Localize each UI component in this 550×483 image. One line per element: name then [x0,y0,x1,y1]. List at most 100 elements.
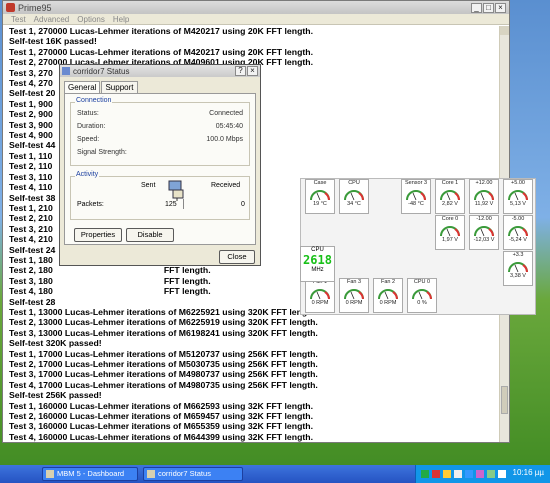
log-line: Test 1, 270000 Lucas-Lehmer iterations o… [9,46,313,57]
status-label: Status: [77,110,99,117]
gauge-sensor-3: Sensor 3 -48 °C [401,179,431,214]
taskbar-item-corridor7[interactable]: corridor7 Status [143,467,243,481]
gauge-value: 0 RPM [379,300,397,306]
gauge-dial-icon [508,190,528,201]
gauge-value: 0 % [417,300,427,306]
gauge-value: -5,24 V [509,237,527,243]
gauge-label: CPU [348,180,360,186]
gauge-value: 2,82 V [442,201,458,207]
gauge-core-1: Core 1 2,82 V [435,179,465,214]
gauge-value: -48 °C [408,201,424,207]
gauge-label: CPU 0 [413,279,431,285]
gauge--3-3: +3.3 3,38 V [503,251,533,286]
tab-support[interactable]: Support [101,81,138,93]
close-button[interactable]: Close [219,250,255,264]
packets-divider [183,199,184,209]
gauge-value: 3,38 V [510,273,526,279]
close-icon[interactable]: × [247,66,258,76]
speed-label: Speed: [77,136,100,143]
taskbar-item-mbm[interactable]: MBM 5 - Dashboard [42,467,138,481]
status-value: Connected [209,110,243,117]
gauge-label: -5.00 [511,216,525,222]
tray-icon-4[interactable] [454,470,462,478]
tray-icon-1[interactable] [421,470,429,478]
status-title: corridor7 Status [73,66,130,76]
log-line: Test 3, 160000 Lucas-Lehmer iterations o… [9,421,313,432]
activity-legend: Activity [75,171,100,178]
gauge--5-00: -5.00 -5,24 V [503,215,533,250]
system-tray: 10:16 µµ [415,465,550,483]
log-line: Test 1, 270000 Lucas-Lehmer iterations o… [9,26,313,36]
prime95-titlebar[interactable]: Prime95 _ □ × [3,1,509,14]
scroll-up-icon[interactable] [500,26,509,35]
network-computers-icon [168,180,184,201]
tab-general[interactable]: General [64,81,101,93]
gauge-dial-icon [412,289,432,300]
status-titlebar[interactable]: corridor7 Status ? × [60,65,260,77]
corridor7-status-dialog: corridor7 Status ? × General Support Con… [59,64,261,266]
tray-icon-7[interactable] [487,470,495,478]
gauge-dial-icon [508,262,528,273]
packets-label: Packets: [77,201,104,208]
help-icon[interactable]: ? [235,66,246,76]
gauge--5-00: +5.00 5,13 V [503,179,533,214]
activity-group: Activity Sent Received Packets: 125 0 [70,171,250,220]
sensor-dashboard: Case 19 °C CPU 34 °C Sensor 3 -48 °C Core 1 2,8… [300,178,536,315]
sent-label: Sent [141,182,156,189]
gauge-dial-icon [440,226,460,237]
packets-received-value: 0 [241,201,245,208]
gauge-label: Fan 3 [346,279,362,285]
properties-button[interactable]: Properties [74,228,122,242]
connection-legend: Connection [75,97,113,104]
menu-test[interactable]: Test [11,14,26,24]
close-icon[interactable]: × [495,2,506,13]
disable-button[interactable]: Disable [126,228,174,242]
gauge-dial-icon [310,289,330,300]
gauge-cpu-0: CPU 0 0 % [407,278,437,313]
log-line: Test 3, 13000 Lucas-Lehmer iterations of… [9,327,318,338]
mbm-icon [46,470,54,478]
volume-icon[interactable] [498,470,506,478]
maximize-icon[interactable]: □ [483,2,494,13]
cpu-speed-unit: MHz [311,267,324,273]
menu-advanced[interactable]: Advanced [34,14,70,24]
menu-options[interactable]: Options [77,14,105,24]
gauge-fan-2: Fan 2 0 RPM [373,278,403,313]
gauge-value: 34 °C [347,201,361,207]
tray-icon-3[interactable] [443,470,451,478]
received-label: Received [211,182,241,189]
gauge-dial-icon [378,289,398,300]
gauge-label: Core 0 [441,216,459,222]
gauge-dial-icon [474,190,494,201]
gauge--12-00: +12.00 11,92 V [469,179,499,214]
taskbar-item-label: corridor7 Status [158,469,211,478]
menu-help[interactable]: Help [113,14,129,24]
network-icon [147,470,155,478]
minimize-icon[interactable]: _ [471,2,482,13]
log-line: Self-test 256K passed! [9,390,102,401]
gauge-dial-icon [406,190,426,201]
gauge-label: +12.00 [475,180,493,186]
gauge-fan-1: Fan 10 RPM [305,278,335,313]
cpu-speed-value: 2618 [303,253,332,267]
gauge-label: Case [313,180,327,186]
gauge-label: +3.3 [512,252,524,258]
gauge-dial-icon [344,289,364,300]
clock[interactable]: 10:16 µµ [513,468,544,477]
gauge-value: 19 °C [313,201,327,207]
packets-sent-value: 125 [165,201,177,208]
gauge-label: Core 1 [441,180,459,186]
gauge-fan-3: Fan 3 0 RPM [339,278,369,313]
gauge-label: Sensor 3 [404,180,427,186]
tray-icon-5[interactable] [465,470,473,478]
log-line: Self-test 320K passed! [9,338,102,349]
log-line: Test 2, 13000 Lucas-Lehmer iterations of… [9,317,318,328]
tray-icon-2[interactable] [432,470,440,478]
gauge-dial-icon [344,190,364,201]
tray-icon-6[interactable] [476,470,484,478]
prime95-title: Prime95 [18,2,52,13]
gauge-core-0: Core 0 1,97 V [435,215,465,250]
scroll-thumb[interactable] [501,386,508,414]
gauge-value: 1,97 V [442,237,458,243]
taskbar: MBM 5 - Dashboard corridor7 Status 10:16… [0,465,550,483]
